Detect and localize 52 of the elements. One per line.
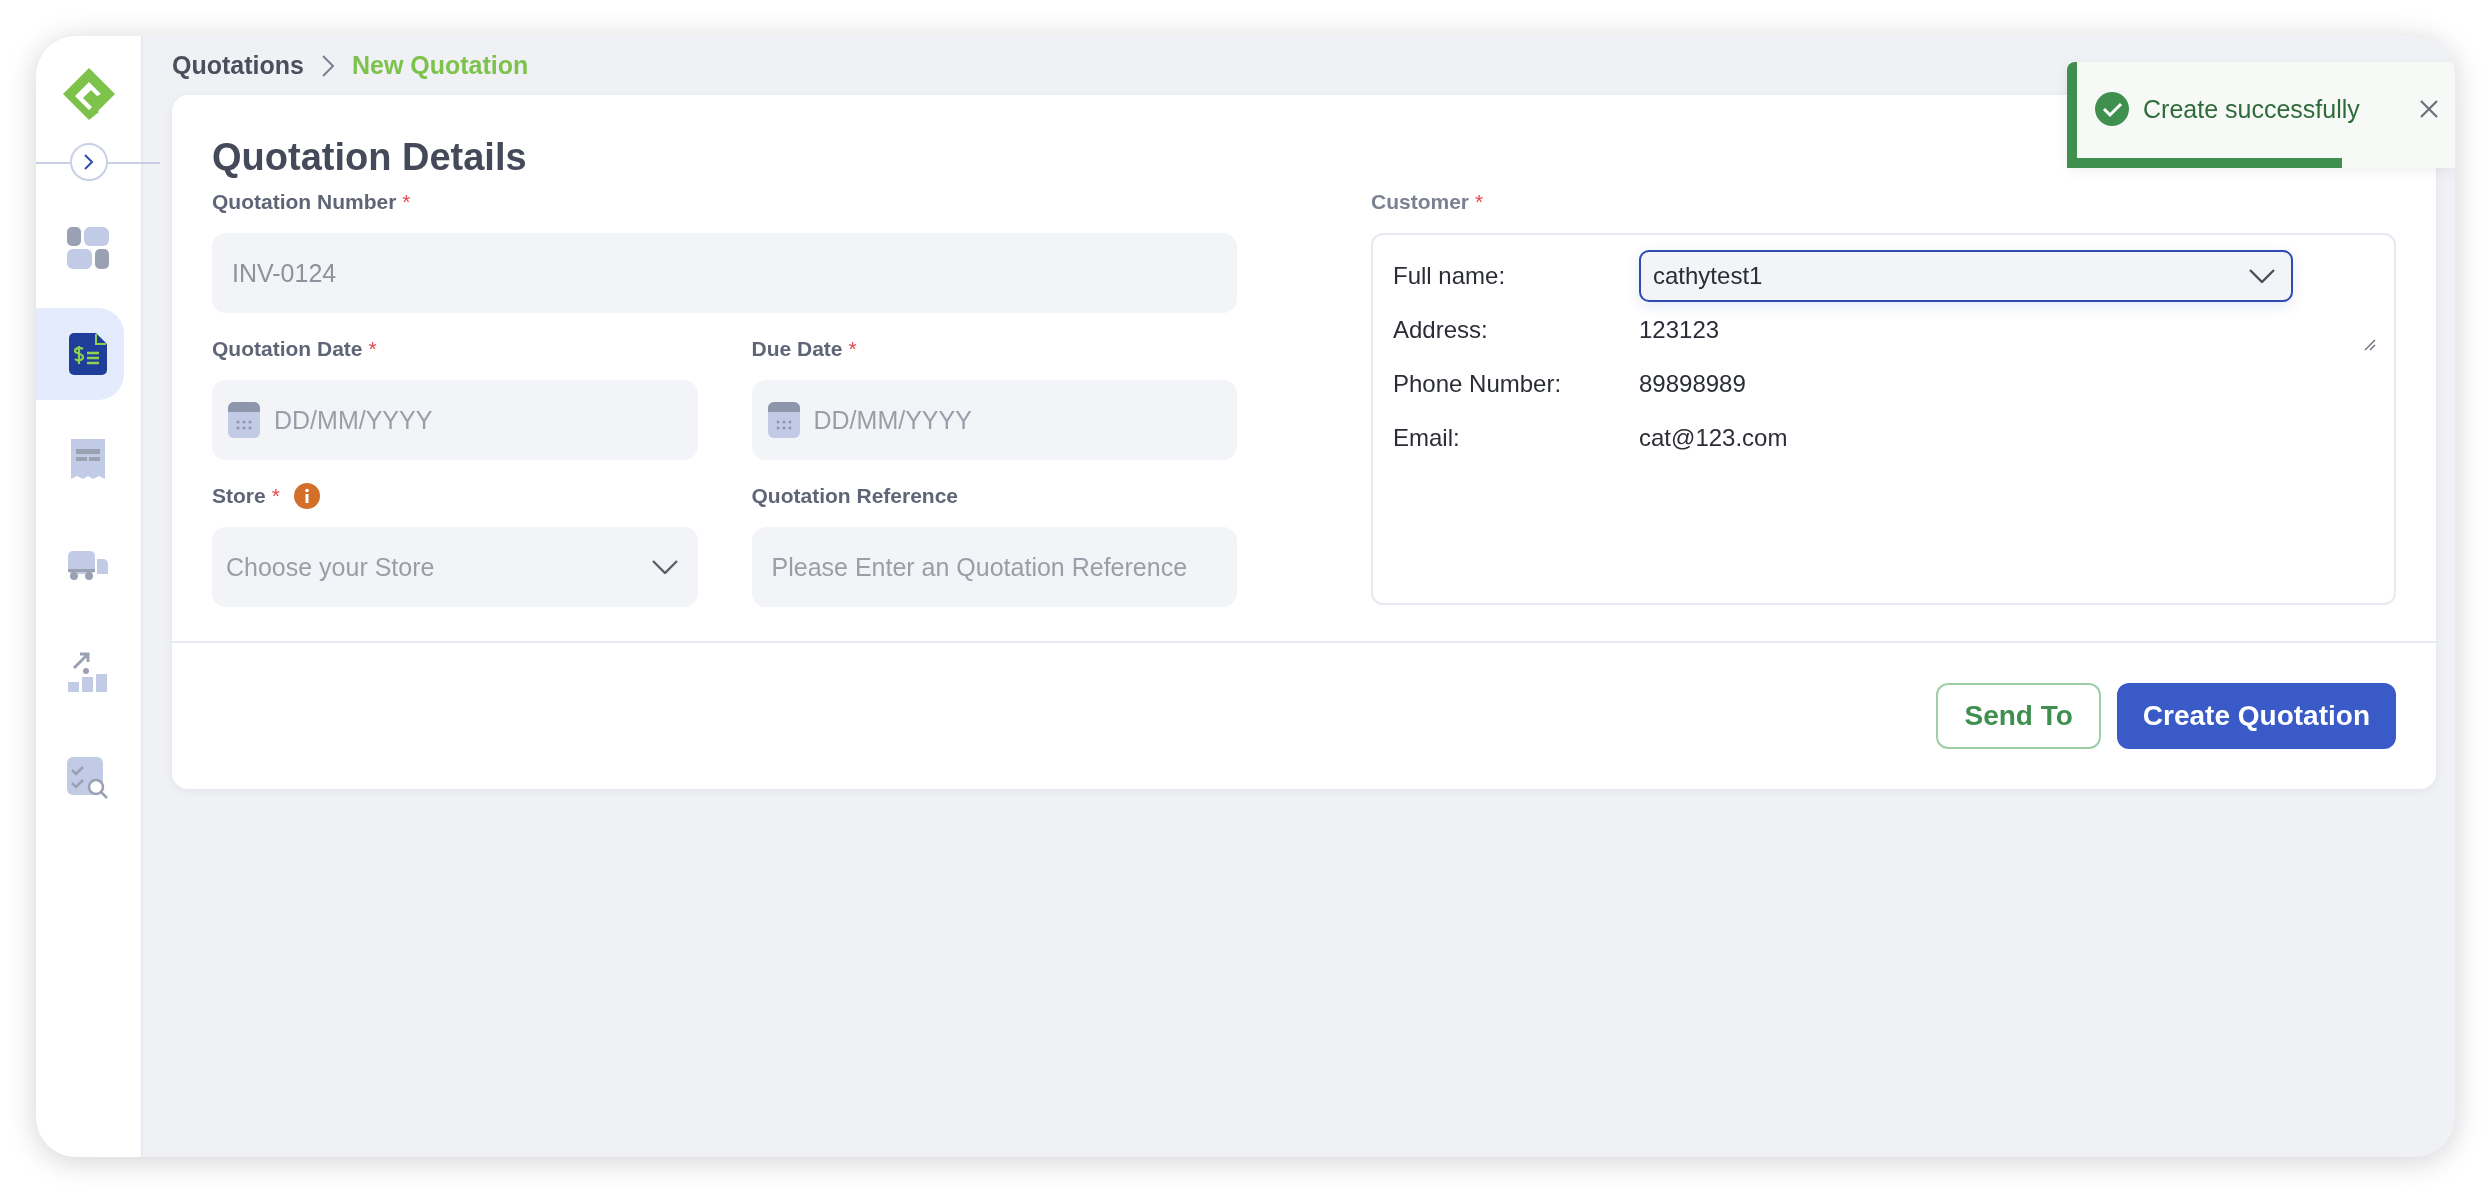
customer-dropdown[interactable]: cathytest1 bbox=[1639, 250, 2293, 302]
store-dropdown[interactable]: Choose your Store bbox=[212, 527, 698, 607]
customer-field-label: Address: bbox=[1393, 316, 1489, 344]
field-label: Store bbox=[212, 484, 266, 508]
breadcrumb-link[interactable]: Quotations bbox=[172, 51, 304, 80]
required-mark: * bbox=[848, 337, 857, 361]
required-mark: * bbox=[1475, 190, 1484, 214]
customer-field-label: Phone Number: bbox=[1393, 370, 1563, 398]
required-mark: * bbox=[271, 484, 280, 508]
toast-message: Create successfully bbox=[2143, 94, 2361, 124]
placeholder-text: DD/MM/YYYY bbox=[813, 405, 973, 435]
field-label: Quotation Reference bbox=[751, 484, 959, 508]
expand-sidebar-button[interactable] bbox=[69, 143, 108, 181]
calendar-icon bbox=[767, 402, 800, 438]
chevron-right-icon bbox=[83, 154, 94, 170]
breadcrumb-link[interactable]: New Quotation bbox=[351, 51, 529, 80]
truck-icon bbox=[68, 551, 108, 581]
sidebar-item[interactable] bbox=[36, 308, 124, 400]
page-title: Quotation Details bbox=[212, 135, 528, 180]
field-label: Quotation Date bbox=[212, 337, 363, 361]
chevron-down-icon bbox=[2249, 269, 2275, 283]
grid-icon bbox=[67, 227, 109, 269]
chevron-down-icon bbox=[651, 560, 678, 574]
customer-field-value: cat@123.com bbox=[1639, 424, 1788, 452]
date-field[interactable]: DD/MM/YYYY bbox=[212, 380, 698, 460]
customer-field-label: Email: bbox=[1393, 424, 1461, 452]
field-label: Customer bbox=[1371, 190, 1470, 214]
invoice-icon bbox=[69, 333, 107, 375]
customer-field-value: 123123 bbox=[1639, 316, 1720, 344]
checklist-search-icon bbox=[67, 757, 109, 799]
send-button[interactable]: Send To bbox=[1936, 683, 2101, 749]
required-mark: * bbox=[368, 337, 377, 361]
placeholder-text: Please Enter an Quotation Reference bbox=[771, 552, 1189, 582]
placeholder-text: Choose your Store bbox=[226, 552, 436, 582]
field-value: INV-0124 bbox=[232, 258, 338, 288]
receipt-icon bbox=[69, 439, 107, 481]
field-label: Quotation Number bbox=[212, 190, 397, 214]
field-label: Due Date bbox=[751, 337, 843, 361]
date-field[interactable]: DD/MM/YYYY bbox=[751, 380, 1237, 460]
close-button[interactable] bbox=[2419, 99, 2439, 119]
chart-growth-icon bbox=[68, 652, 108, 692]
chevron-right-icon bbox=[321, 54, 334, 77]
create-button[interactable]: Create Quotation bbox=[2116, 683, 2396, 749]
customer-field-value: 89898989 bbox=[1639, 370, 1746, 398]
calendar-icon bbox=[228, 402, 260, 438]
resize-handle-icon bbox=[2364, 339, 2376, 351]
required-mark: * bbox=[402, 190, 411, 214]
customer-textarea[interactable]: Full name: cathytest1 Address: 123123 Phone Number: 89898989 Email: cat@123.com bbox=[1371, 233, 2396, 605]
placeholder-text: DD/MM/YYYY bbox=[274, 405, 434, 435]
check-circle-icon bbox=[2095, 92, 2129, 126]
input-field[interactable]: Please Enter an Quotation Reference bbox=[751, 527, 1237, 607]
customer-field-label: Full name: bbox=[1393, 262, 1507, 290]
